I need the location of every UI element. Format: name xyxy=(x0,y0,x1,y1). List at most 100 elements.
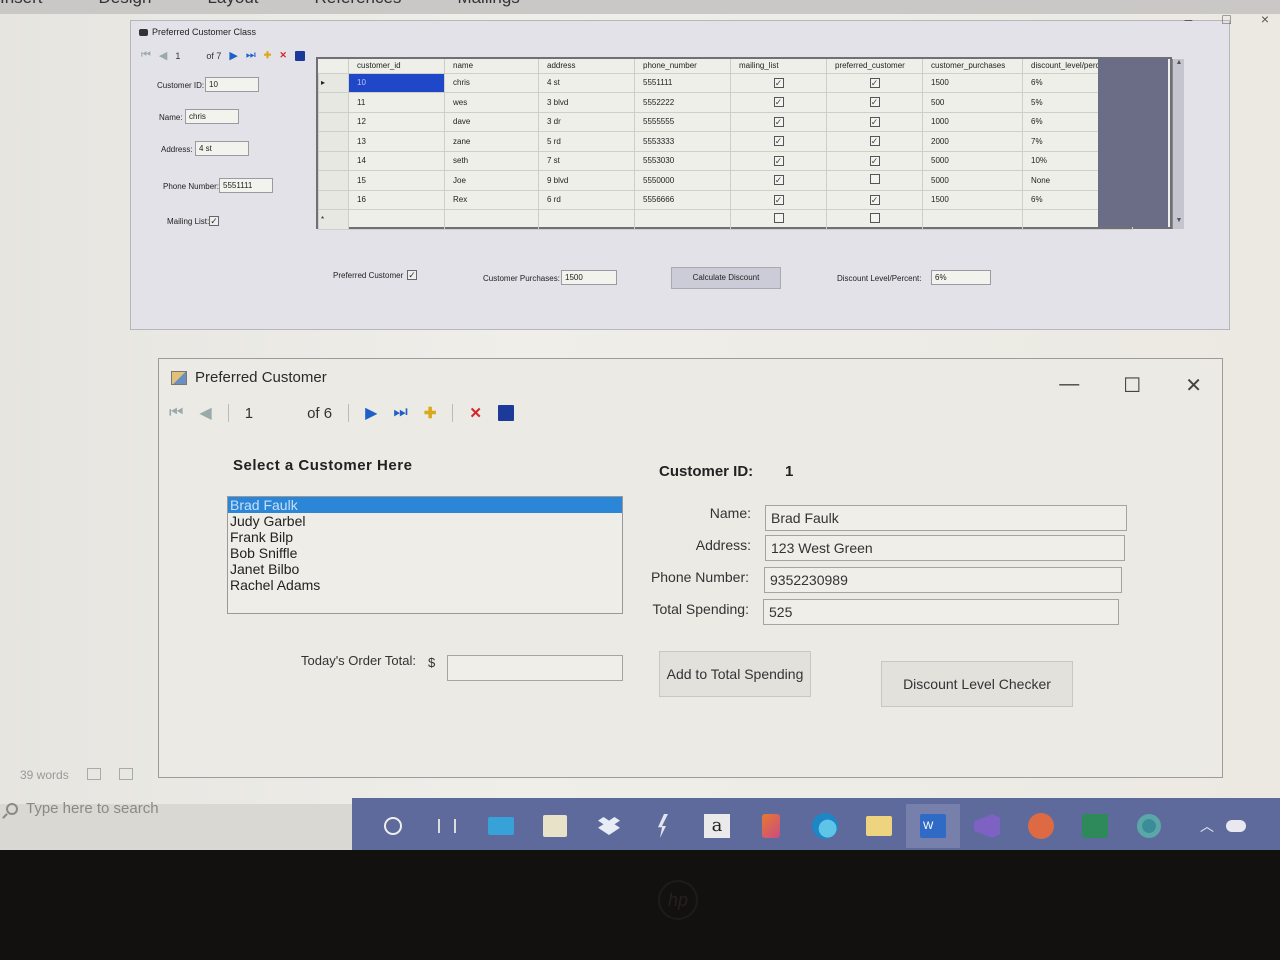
chevron-up-icon[interactable]: ︿ xyxy=(1200,816,1214,836)
taskbar-chrome[interactable] xyxy=(1122,804,1176,848)
checkbox-cell[interactable] xyxy=(730,209,827,230)
column-header[interactable]: preferred_customer xyxy=(826,59,923,73)
preferred-customer-cell[interactable]: ✓ xyxy=(826,111,923,132)
grid-cell[interactable]: 4 st xyxy=(538,72,635,93)
taskbar-office[interactable] xyxy=(744,804,798,848)
move-first-icon[interactable]: ⏮ xyxy=(169,404,183,422)
grid-cell[interactable]: 12 xyxy=(348,111,445,132)
grid-cell[interactable]: 1000 xyxy=(922,111,1023,132)
grid-row[interactable]: 13 zane 5 rd 5553333 ✓ ✓ 2000 7% xyxy=(318,131,1133,152)
grid-cell[interactable]: zane xyxy=(444,131,539,152)
preferred-customer-cell[interactable]: ✓ xyxy=(826,92,923,113)
grid-cell[interactable]: wes xyxy=(444,92,539,113)
move-next-icon[interactable]: ▶ xyxy=(365,403,377,423)
row-header[interactable]: * xyxy=(318,209,349,230)
column-header[interactable]: mailing_list xyxy=(730,59,827,73)
checkbox[interactable]: ✓ xyxy=(773,136,784,147)
grid-cell[interactable]: 6 rd xyxy=(538,189,635,210)
grid-cell[interactable] xyxy=(634,209,731,230)
customer-list-item[interactable]: Janet Bilbo xyxy=(228,561,622,577)
move-first-icon[interactable]: ⏮ xyxy=(141,49,151,62)
taskbar-powerpoint[interactable] xyxy=(1014,804,1068,848)
grid-cell[interactable]: 3 dr xyxy=(538,111,635,132)
grid-cell[interactable] xyxy=(444,209,539,230)
checkbox[interactable] xyxy=(869,213,880,224)
taskbar-search[interactable]: Type here to search xyxy=(6,800,159,817)
grid-cell[interactable]: seth xyxy=(444,150,539,171)
ribbon-tab-design[interactable]: Design xyxy=(99,0,152,8)
mailing-list-cell[interactable]: ✓ xyxy=(730,111,827,132)
move-next-icon[interactable]: ▶ xyxy=(229,49,237,62)
checkbox[interactable]: ✓ xyxy=(869,155,880,166)
checkbox[interactable]: ✓ xyxy=(773,116,784,127)
grid-cell[interactable]: 5552222 xyxy=(634,92,731,113)
grid-cell[interactable]: 16 xyxy=(348,189,445,210)
taskbar-store[interactable] xyxy=(528,804,582,848)
proofing-icon[interactable] xyxy=(86,768,101,780)
grid-vertical-scrollbar[interactable]: ▲ ▼ xyxy=(1172,59,1184,229)
grid-cell[interactable]: 5553333 xyxy=(634,131,731,152)
grid-cell[interactable]: 5551111 xyxy=(634,72,731,93)
checkbox[interactable]: ✓ xyxy=(773,175,784,186)
checkbox[interactable]: ✓ xyxy=(869,136,880,147)
order-total-field[interactable] xyxy=(447,655,623,681)
taskbar-task-view[interactable] xyxy=(420,804,474,848)
checkbox[interactable]: ✓ xyxy=(773,77,784,88)
taskbar-mail[interactable] xyxy=(474,804,528,848)
add-new-icon[interactable]: ✚ xyxy=(424,404,437,422)
position-field[interactable]: 1 xyxy=(175,51,180,61)
onedrive-cloud-icon[interactable] xyxy=(1226,820,1246,832)
grid-row[interactable]: 16 Rex 6 rd 5556666 ✓ ✓ 1500 6% xyxy=(318,189,1133,210)
address-field[interactable]: 123 West Green xyxy=(765,535,1125,561)
preferred-customer-cell[interactable]: ✓ xyxy=(826,131,923,152)
row-header[interactable] xyxy=(318,92,349,113)
total-spending-field[interactable]: 525 xyxy=(763,599,1119,625)
ribbon-tab-insert[interactable]: Insert xyxy=(0,0,43,8)
customer-listbox[interactable]: Brad Faulk Judy Garbel Frank Bilp Bob Sniff… xyxy=(227,496,623,614)
taskbar-amazon[interactable]: a xyxy=(690,804,744,848)
checkbox-cell[interactable] xyxy=(826,209,923,230)
mailing-list-cell[interactable]: ✓ xyxy=(730,72,827,93)
grid-cell[interactable] xyxy=(538,209,635,230)
checkbox[interactable]: ✓ xyxy=(869,77,880,88)
column-header[interactable]: phone_number xyxy=(634,59,731,73)
customer-list-item[interactable]: Frank Bilp xyxy=(228,529,622,545)
position-field[interactable]: 1 xyxy=(245,405,253,422)
grid-cell[interactable]: 5000 xyxy=(922,150,1023,171)
taskbar-cortana[interactable] xyxy=(366,804,420,848)
minimize-button[interactable]: – xyxy=(1185,11,1193,27)
close-button[interactable]: ✕ xyxy=(1185,373,1202,398)
row-header[interactable] xyxy=(318,189,349,210)
add-to-total-spending-button[interactable]: Add to Total Spending xyxy=(659,651,811,697)
taskbar-edge[interactable] xyxy=(798,804,852,848)
preferred-customer-cell[interactable]: ✓ xyxy=(826,150,923,171)
taskbar-visual-studio[interactable] xyxy=(960,804,1014,848)
ribbon-tab-layout[interactable]: Layout xyxy=(207,0,258,8)
discount-field[interactable]: 6% xyxy=(931,270,991,285)
save-icon[interactable] xyxy=(294,50,305,61)
grid-cell[interactable]: 14 xyxy=(348,150,445,171)
add-new-icon[interactable]: ✚ xyxy=(264,50,272,61)
save-icon[interactable] xyxy=(497,405,514,421)
grid-cell[interactable]: 5553030 xyxy=(634,150,731,171)
grid-cell[interactable] xyxy=(922,209,1023,230)
grid-row[interactable]: 14 seth 7 st 5553030 ✓ ✓ 5000 10% xyxy=(318,150,1133,171)
taskbar-dropbox[interactable] xyxy=(582,804,636,848)
preferred-customer-cell[interactable] xyxy=(826,170,923,191)
grid-cell[interactable]: 15 xyxy=(348,170,445,191)
grid-cell[interactable]: 1500 xyxy=(922,189,1023,210)
taskbar-excel[interactable] xyxy=(1068,804,1122,848)
phone-field[interactable]: 5551111 xyxy=(219,178,273,193)
checkbox[interactable] xyxy=(773,213,784,224)
grid-row[interactable]: ▸ 10 chris 4 st 5551111 ✓ ✓ 1500 6% xyxy=(318,72,1133,93)
grid-row[interactable]: 15 Joe 9 blvd 5550000 ✓ 5000 None xyxy=(318,170,1133,191)
checkbox[interactable]: ✓ xyxy=(869,97,880,108)
grid-cell[interactable]: 9 blvd xyxy=(538,170,635,191)
mailing-list-cell[interactable]: ✓ xyxy=(730,150,827,171)
row-header[interactable] xyxy=(318,150,349,171)
customer-list-item[interactable]: Judy Garbel xyxy=(228,513,622,529)
discount-level-checker-button[interactable]: Discount Level Checker xyxy=(881,661,1073,707)
customer-list-item[interactable]: Bob Sniffle xyxy=(228,545,622,561)
preferred-customer-cell[interactable]: ✓ xyxy=(826,72,923,93)
move-last-icon[interactable]: ⏭ xyxy=(393,404,407,422)
